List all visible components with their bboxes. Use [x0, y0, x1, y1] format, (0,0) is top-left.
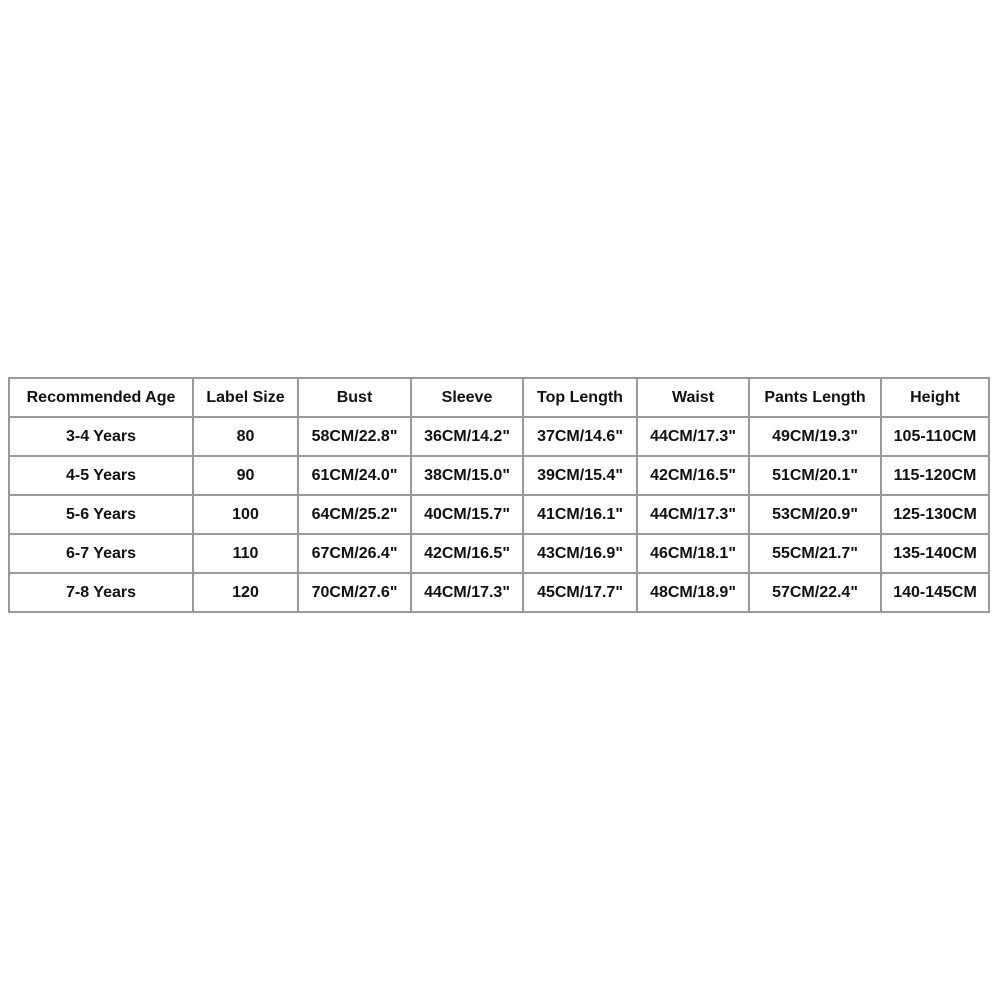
cell-sleeve: 36CM/14.2" [410, 416, 524, 457]
table-row: 6-7 Years 110 67CM/26.4" 42CM/16.5" 43CM… [8, 533, 990, 574]
cell-age: 6-7 Years [8, 533, 194, 574]
cell-height: 115-120CM [880, 455, 990, 496]
cell-pants-length: 49CM/19.3" [748, 416, 882, 457]
cell-pants-length: 55CM/21.7" [748, 533, 882, 574]
cell-waist: 48CM/18.9" [636, 572, 750, 613]
header-sleeve: Sleeve [410, 377, 524, 418]
cell-label-size: 120 [192, 572, 299, 613]
cell-top-length: 45CM/17.7" [522, 572, 638, 613]
cell-label-size: 80 [192, 416, 299, 457]
cell-age: 5-6 Years [8, 494, 194, 535]
cell-bust: 58CM/22.8" [297, 416, 412, 457]
cell-top-length: 43CM/16.9" [522, 533, 638, 574]
header-label-size: Label Size [192, 377, 299, 418]
cell-label-size: 110 [192, 533, 299, 574]
cell-height: 125-130CM [880, 494, 990, 535]
table-row: 4-5 Years 90 61CM/24.0" 38CM/15.0" 39CM/… [8, 455, 990, 496]
cell-bust: 64CM/25.2" [297, 494, 412, 535]
cell-bust: 67CM/26.4" [297, 533, 412, 574]
cell-height: 140-145CM [880, 572, 990, 613]
cell-top-length: 41CM/16.1" [522, 494, 638, 535]
cell-height: 105-110CM [880, 416, 990, 457]
header-pants-length: Pants Length [748, 377, 882, 418]
header-recommended-age: Recommended Age [8, 377, 194, 418]
size-chart-table: Recommended Age Label Size Bust Sleeve T… [8, 377, 990, 613]
cell-sleeve: 40CM/15.7" [410, 494, 524, 535]
cell-age: 7-8 Years [8, 572, 194, 613]
cell-top-length: 37CM/14.6" [522, 416, 638, 457]
cell-top-length: 39CM/15.4" [522, 455, 638, 496]
header-row: Recommended Age Label Size Bust Sleeve T… [8, 377, 990, 418]
cell-label-size: 90 [192, 455, 299, 496]
cell-pants-length: 57CM/22.4" [748, 572, 882, 613]
cell-waist: 44CM/17.3" [636, 416, 750, 457]
table-row: 3-4 Years 80 58CM/22.8" 36CM/14.2" 37CM/… [8, 416, 990, 457]
cell-sleeve: 38CM/15.0" [410, 455, 524, 496]
cell-label-size: 100 [192, 494, 299, 535]
header-top-length: Top Length [522, 377, 638, 418]
table-row: 5-6 Years 100 64CM/25.2" 40CM/15.7" 41CM… [8, 494, 990, 535]
header-height: Height [880, 377, 990, 418]
cell-waist: 46CM/18.1" [636, 533, 750, 574]
header-bust: Bust [297, 377, 412, 418]
cell-height: 135-140CM [880, 533, 990, 574]
cell-sleeve: 42CM/16.5" [410, 533, 524, 574]
cell-bust: 70CM/27.6" [297, 572, 412, 613]
cell-age: 3-4 Years [8, 416, 194, 457]
cell-waist: 42CM/16.5" [636, 455, 750, 496]
cell-waist: 44CM/17.3" [636, 494, 750, 535]
table-row: 7-8 Years 120 70CM/27.6" 44CM/17.3" 45CM… [8, 572, 990, 613]
cell-sleeve: 44CM/17.3" [410, 572, 524, 613]
cell-pants-length: 53CM/20.9" [748, 494, 882, 535]
cell-pants-length: 51CM/20.1" [748, 455, 882, 496]
header-waist: Waist [636, 377, 750, 418]
cell-age: 4-5 Years [8, 455, 194, 496]
cell-bust: 61CM/24.0" [297, 455, 412, 496]
